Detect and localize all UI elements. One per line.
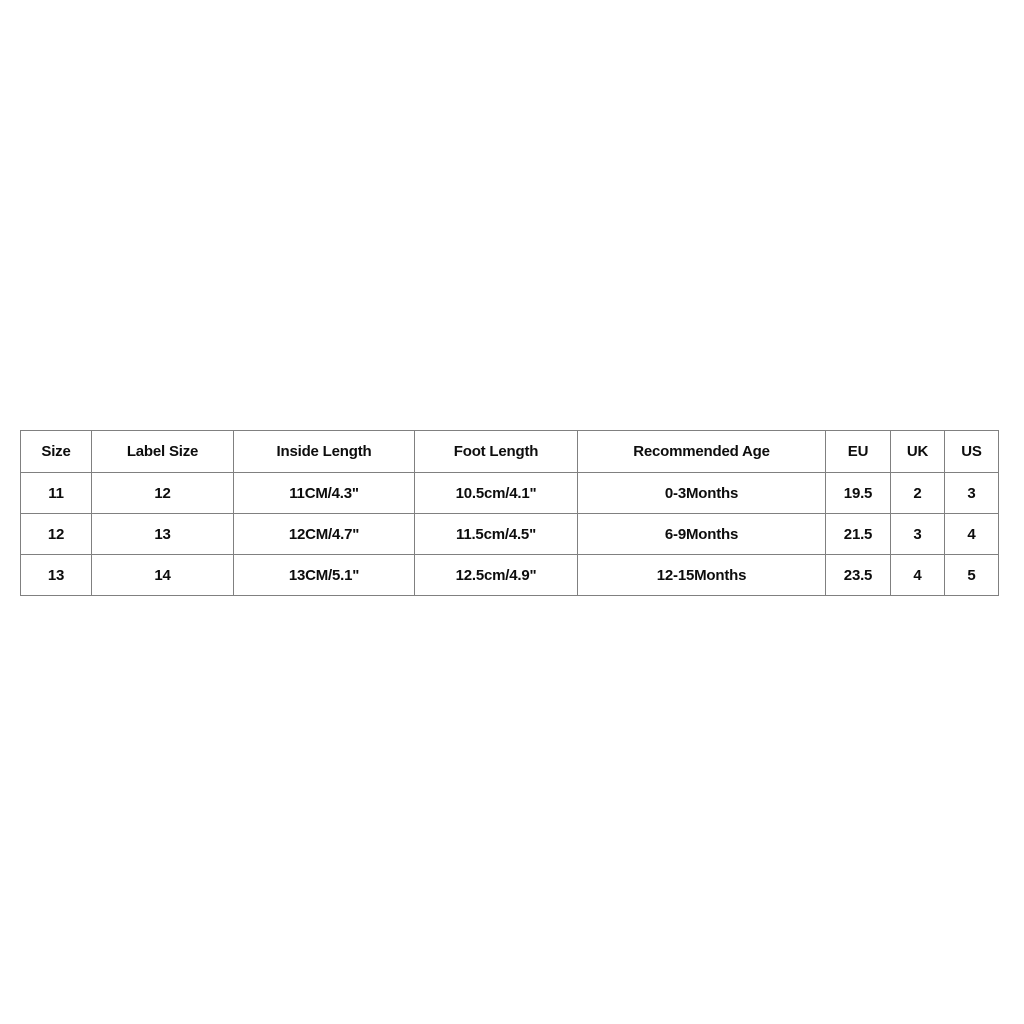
column-header-recommended-age: Recommended Age xyxy=(577,430,826,473)
cell-uk: 4 xyxy=(890,554,945,596)
cell-label-size: 13 xyxy=(91,513,234,555)
cell-eu: 21.5 xyxy=(825,513,891,555)
column-header-size: Size xyxy=(20,430,92,473)
cell-size: 11 xyxy=(20,472,92,514)
cell-eu: 19.5 xyxy=(825,472,891,514)
table-header-row: Size Label Size Inside Length Foot Lengt… xyxy=(20,430,999,473)
column-header-eu: EU xyxy=(825,430,891,473)
cell-us: 4 xyxy=(944,513,999,555)
cell-inside-length: 13CM/5.1" xyxy=(233,554,415,596)
table-header: Size Label Size Inside Length Foot Lengt… xyxy=(20,430,999,473)
cell-uk: 2 xyxy=(890,472,945,514)
column-header-inside-length: Inside Length xyxy=(233,430,415,473)
table-body: 11 12 11CM/4.3" 10.5cm/4.1" 0-3Months 19… xyxy=(20,472,999,596)
size-chart-table: Size Label Size Inside Length Foot Lengt… xyxy=(20,430,999,596)
column-header-label-size: Label Size xyxy=(91,430,234,473)
cell-us: 5 xyxy=(944,554,999,596)
cell-foot-length: 12.5cm/4.9" xyxy=(414,554,578,596)
table-row: 13 14 13CM/5.1" 12.5cm/4.9" 12-15Months … xyxy=(20,554,999,596)
size-chart-container: Size Label Size Inside Length Foot Lengt… xyxy=(20,430,999,596)
cell-foot-length: 11.5cm/4.5" xyxy=(414,513,578,555)
cell-recommended-age: 6-9Months xyxy=(577,513,826,555)
cell-eu: 23.5 xyxy=(825,554,891,596)
column-header-us: US xyxy=(944,430,999,473)
cell-label-size: 12 xyxy=(91,472,234,514)
table-row: 12 13 12CM/4.7" 11.5cm/4.5" 6-9Months 21… xyxy=(20,513,999,555)
column-header-foot-length: Foot Length xyxy=(414,430,578,473)
cell-us: 3 xyxy=(944,472,999,514)
cell-uk: 3 xyxy=(890,513,945,555)
cell-recommended-age: 0-3Months xyxy=(577,472,826,514)
cell-inside-length: 12CM/4.7" xyxy=(233,513,415,555)
column-header-uk: UK xyxy=(890,430,945,473)
cell-label-size: 14 xyxy=(91,554,234,596)
cell-size: 12 xyxy=(20,513,92,555)
cell-recommended-age: 12-15Months xyxy=(577,554,826,596)
cell-inside-length: 11CM/4.3" xyxy=(233,472,415,514)
table-row: 11 12 11CM/4.3" 10.5cm/4.1" 0-3Months 19… xyxy=(20,472,999,514)
cell-foot-length: 10.5cm/4.1" xyxy=(414,472,578,514)
cell-size: 13 xyxy=(20,554,92,596)
